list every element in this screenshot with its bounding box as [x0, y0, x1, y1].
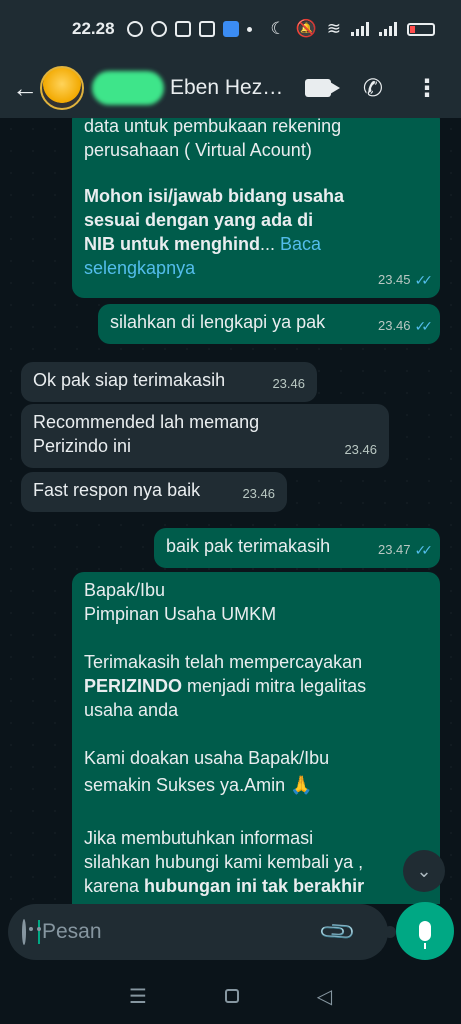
message-time: 23.45 ✓✓ — [378, 268, 434, 292]
message-bubble[interactable]: baik pak terimakasih 23.47 ✓✓ — [154, 528, 440, 568]
more-vert-icon[interactable]: ⋮ — [415, 74, 439, 103]
message-text-bold: sesuai dengan yang ada di — [84, 210, 314, 230]
message-composer: 📎 — [8, 904, 396, 960]
message-text: menjadi mitra legalitas — [182, 676, 367, 696]
message-text: Terimakasih telah mempercayakan — [84, 652, 363, 672]
signal-icon — [351, 22, 369, 36]
message-text-bold: NIB untuk menghind — [84, 234, 260, 254]
mic-button[interactable] — [396, 902, 454, 960]
message-text: perusahaan ( Virtual Acount) — [84, 140, 312, 160]
signal-icon-2 — [379, 22, 397, 36]
message-bubble[interactable]: Ok pak siap terimakasih 23.46 — [21, 362, 317, 402]
chevron-double-down-icon: ⌄ — [416, 860, 432, 881]
attach-icon[interactable]: 📎 — [317, 911, 359, 953]
instagram-icon — [174, 21, 191, 37]
message-text: Fast respon nya baik — [33, 480, 201, 500]
message-text: Kami doakan usaha Bapak/Ibu — [84, 748, 330, 768]
message-text: Recommended lah memang — [33, 412, 260, 432]
video-call-icon[interactable] — [304, 79, 340, 97]
ellipsis: ... — [259, 234, 275, 254]
message-text: Pimpinan Usaha UMKM — [84, 604, 277, 624]
more-notifications-icon — [246, 26, 252, 32]
message-time: 23.46 — [272, 376, 305, 391]
message-text: Perizindo ini — [33, 436, 132, 456]
mute-icon: 🔕 — [295, 19, 317, 38]
brand-name: PERIZINDO — [84, 676, 183, 696]
message-time: 23.46 — [242, 486, 275, 501]
sync-icon — [126, 21, 143, 37]
message-bubble[interactable]: Recommended lah memang Perizindo ini 23.… — [21, 404, 389, 468]
status-system-icons: ☾ 🔕 ≋ — [270, 19, 435, 39]
message-time: 23.46 — [344, 442, 377, 457]
redacted-name-overlay — [92, 71, 164, 105]
recent-apps-icon[interactable]: ☰ — [129, 984, 147, 1009]
message-text-bold: Mohon isi/jawab bidang usaha — [84, 186, 345, 206]
chat-header: ← Eben Hez… ✆ ⋮ — [0, 58, 461, 118]
avatar[interactable] — [40, 66, 84, 110]
home-icon[interactable] — [224, 989, 239, 1003]
message-text: Bapak/Ibu — [84, 580, 166, 600]
emoji-icon[interactable] — [22, 919, 33, 945]
app-icon — [150, 21, 167, 37]
message-bubble[interactable]: silahkan di lengkapi ya pak 23.46 ✓✓ — [98, 304, 440, 344]
moon-icon: ☾ — [270, 19, 286, 38]
wifi-icon: ≋ — [326, 19, 341, 38]
message-time: 23.46 ✓✓ — [378, 314, 434, 338]
chat-area[interactable]: data untuk pembukaan rekening perusahaan… — [0, 118, 461, 904]
status-bar: 22.28 ☾ 🔕 ≋ — [0, 0, 461, 58]
message-text: Ok pak siap terimakasih — [33, 370, 226, 390]
status-notification-icons — [126, 21, 252, 37]
battery-icon — [407, 22, 435, 36]
message-text: silahkan di lengkapi ya pak — [110, 312, 326, 332]
back-nav-icon[interactable]: ◁ — [317, 984, 332, 1009]
double-check-icon: ✓✓ — [414, 318, 434, 334]
app-blue-icon — [222, 21, 239, 37]
mic-icon — [419, 921, 431, 949]
message-text: Jika membutuhkan informasi — [84, 828, 314, 848]
status-time: 22.28 — [72, 19, 115, 38]
message-bubble[interactable]: data untuk pembukaan rekening perusahaan… — [72, 118, 440, 298]
message-input[interactable] — [38, 920, 313, 944]
message-text: semakin Sukses ya.Amin 🙏 — [84, 775, 313, 795]
scroll-to-bottom-button[interactable]: ⌄ — [403, 850, 445, 892]
message-text: silahkan hubungi kami kembali ya , — [84, 852, 364, 872]
message-time: 23.47 ✓✓ — [378, 538, 434, 562]
message-bubble[interactable]: Fast respon nya baik 23.46 — [21, 472, 287, 512]
message-text: data untuk pembukaan rekening — [84, 118, 342, 136]
system-nav-bar: ☰ ◁ — [0, 968, 461, 1024]
arrow-left-icon[interactable]: ← — [12, 73, 40, 104]
phone-icon[interactable]: ✆ — [363, 74, 383, 103]
double-check-icon: ✓✓ — [414, 272, 434, 288]
message-text: baik pak terimakasih — [166, 536, 331, 556]
double-check-icon: ✓✓ — [414, 542, 434, 558]
message-bubble[interactable]: Bapak/Ibu Pimpinan Usaha UMKM Terimakasi… — [72, 572, 440, 904]
game-icon — [198, 21, 215, 37]
contact-name[interactable]: Eben Hez… — [170, 76, 288, 100]
message-text: usaha anda — [84, 700, 179, 720]
message-text-bold: hubungan ini tak berakhir — [144, 876, 365, 896]
message-text: karena — [84, 876, 145, 896]
